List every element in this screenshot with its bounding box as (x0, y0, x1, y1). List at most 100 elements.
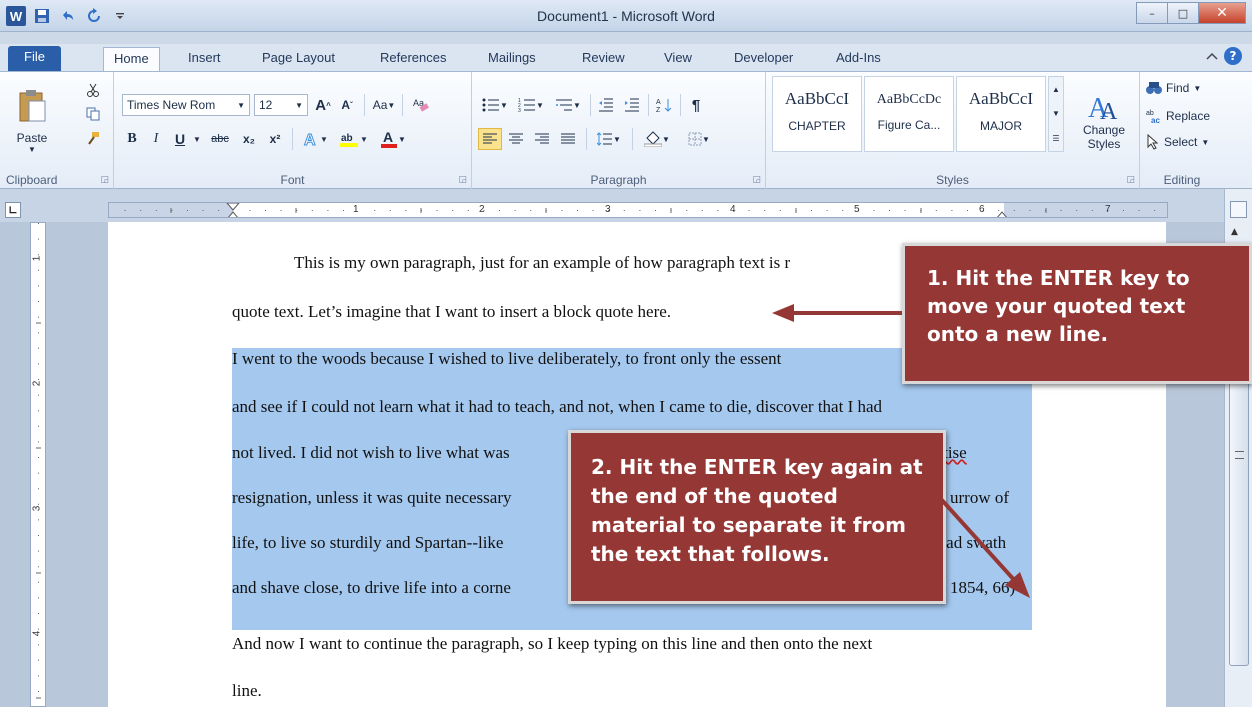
tab-references[interactable]: References (370, 47, 456, 71)
line-text: and shave close, to drive life into a co… (232, 578, 511, 597)
sort-icon[interactable]: AZ (652, 94, 676, 116)
select-button[interactable]: Select ▼ (1146, 132, 1209, 152)
tab-home[interactable]: Home (103, 47, 160, 71)
superscript-button[interactable]: x² (264, 128, 286, 150)
line-text: I went to the woods because I wished to … (232, 349, 782, 368)
document-line: quote text. Let’s imagine that I want to… (232, 302, 672, 321)
document-line: line. (232, 681, 262, 700)
clipboard-label: Clipboard (6, 173, 58, 187)
styles-label: Styles (936, 173, 969, 187)
italic-button[interactable]: I (146, 128, 166, 150)
styles-launcher-icon[interactable]: ◲ (1126, 175, 1135, 185)
style-sample: AaBbCcI (968, 89, 1034, 108)
font-color-icon[interactable]: A ▼ (376, 128, 410, 150)
clipboard-launcher-icon[interactable]: ◲ (100, 175, 109, 185)
scroll-up-icon[interactable]: ▲ (1052, 85, 1060, 94)
copy-icon[interactable] (82, 104, 104, 124)
font-launcher-icon[interactable]: ◲ (458, 175, 467, 185)
bold-button[interactable]: B (122, 128, 142, 150)
change-case-label: Aa (372, 98, 388, 112)
underline-button[interactable]: U (170, 128, 190, 150)
text-effects-icon[interactable]: A ▼ (298, 128, 332, 150)
paragraph-group: ▼ 1 2 3 ▼ ▼ AZ ¶ ▼ ▼ ▼ Paragraph ◲ (472, 72, 766, 189)
paragraph-label: Paragraph (590, 173, 647, 187)
ruler-number: 3 (31, 505, 43, 512)
style-major[interactable]: AaBbCcI MAJOR (956, 76, 1046, 152)
tab-page-layout[interactable]: Page Layout (252, 47, 345, 71)
tab-insert[interactable]: Insert (178, 47, 231, 71)
font-label: Font (280, 173, 305, 187)
shading-icon[interactable]: ▼ (638, 128, 676, 150)
svg-text:ab: ab (341, 133, 353, 144)
style-sample: AaBbCcDc (876, 92, 942, 107)
horizontal-ruler[interactable]: 1 2 3 4 5 6 7 (108, 202, 1168, 218)
binoculars-icon (1146, 82, 1162, 94)
subscript-button[interactable]: x₂ (238, 128, 260, 150)
decrease-indent-icon[interactable] (594, 94, 618, 116)
tab-view[interactable]: View (654, 47, 702, 71)
shrink-font-icon[interactable]: Aˇ (336, 94, 358, 116)
ribbon: Paste ▼ Clipboard ◲ Times New Rom ▼ 12 ▼ A… (0, 71, 1252, 189)
minimize-button[interactable]: – (1136, 2, 1168, 24)
svg-text:A: A (383, 130, 393, 145)
tab-add-ins[interactable]: Add-Ins (826, 47, 891, 71)
font-size-combo[interactable]: 12 ▼ (254, 94, 308, 116)
replace-button[interactable]: ab ac Replace (1146, 106, 1210, 126)
line-spacing-icon[interactable]: ▼ (592, 128, 626, 150)
format-painter-icon[interactable] (82, 128, 104, 148)
maximize-button[interactable]: □ (1167, 2, 1199, 24)
multilevel-list-icon[interactable]: ▼ (550, 94, 586, 116)
font-family-combo[interactable]: Times New Rom ▼ (122, 94, 250, 116)
line-text: 1854, 66) (950, 578, 1016, 597)
vertical-ruler[interactable]: 1 2 3 4 (30, 222, 46, 707)
paragraph-launcher-icon[interactable]: ◲ (752, 175, 761, 185)
document-line: And now I want to continue the paragraph… (232, 634, 873, 653)
ruler-number: 4 (730, 204, 736, 215)
numbering-icon[interactable]: 1 2 3 ▼ (514, 94, 548, 116)
clear-formatting-icon[interactable]: Aa (408, 92, 434, 116)
change-case-button[interactable]: Aa ▼ (370, 94, 398, 116)
paste-icon (19, 89, 46, 121)
strikethrough-button[interactable]: abc (206, 128, 234, 150)
paste-label: Paste (16, 130, 48, 145)
replace-icon: abac (1146, 110, 1160, 124)
view-ruler-icon[interactable] (1230, 201, 1247, 218)
tab-selector-icon[interactable]: ∟ (5, 202, 21, 218)
scroll-up-arrow-icon[interactable]: ▲ (1231, 227, 1238, 237)
paste-button[interactable]: Paste ▼ (8, 80, 56, 162)
grow-font-icon[interactable]: A ^ (312, 94, 334, 116)
change-styles-button[interactable]: AA Change Styles (1076, 76, 1132, 164)
minimize-ribbon-icon[interactable] (1206, 51, 1218, 61)
help-icon[interactable]: ? (1224, 47, 1242, 65)
highlight-color-icon[interactable]: ab ▼ (336, 128, 372, 150)
show-marks-button[interactable]: ¶ (684, 94, 708, 116)
ruler-number: 2 (479, 204, 485, 215)
borders-icon[interactable]: ▼ (680, 128, 718, 150)
justify-icon[interactable] (556, 128, 580, 150)
callout-step-1: 1. Hit the ENTER key to move your quoted… (902, 243, 1252, 384)
align-left-icon[interactable] (478, 128, 502, 150)
find-button[interactable]: Find ▼ (1146, 78, 1201, 98)
bullets-icon[interactable]: ▼ (478, 94, 512, 116)
cut-icon[interactable] (82, 80, 104, 100)
align-center-icon[interactable] (504, 128, 528, 150)
tab-mailings[interactable]: Mailings (478, 47, 546, 71)
tab-file[interactable]: File (8, 46, 61, 71)
style-name: CHAPTER (788, 119, 846, 133)
align-right-icon[interactable] (530, 128, 554, 150)
tab-review[interactable]: Review (572, 47, 635, 71)
scroll-down-icon[interactable]: ▼ (1052, 109, 1060, 118)
close-button[interactable]: ✕ (1198, 2, 1246, 24)
ruler-number: 4 (31, 630, 43, 637)
increase-indent-icon[interactable] (620, 94, 644, 116)
style-chapter[interactable]: AaBbCcI CHAPTER (772, 76, 862, 152)
more-styles-icon[interactable]: ☰ (1052, 134, 1059, 143)
line-text: not lived. I did not wish to live what w… (232, 443, 510, 462)
styles-gallery-scroll[interactable]: ▲ ▼ ☰ (1048, 76, 1064, 152)
style-figure-caption[interactable]: AaBbCcDc Figure Ca... (864, 76, 954, 152)
underline-dropdown-icon[interactable]: ▼ (192, 128, 202, 150)
tab-developer[interactable]: Developer (724, 47, 803, 71)
font-group: Times New Rom ▼ 12 ▼ A ^ Aˇ Aa ▼ Aa B I U ▼ … (114, 72, 472, 189)
line-text: life, to live so sturdily and Spartan--l… (232, 533, 504, 552)
left-gutter (0, 222, 108, 707)
